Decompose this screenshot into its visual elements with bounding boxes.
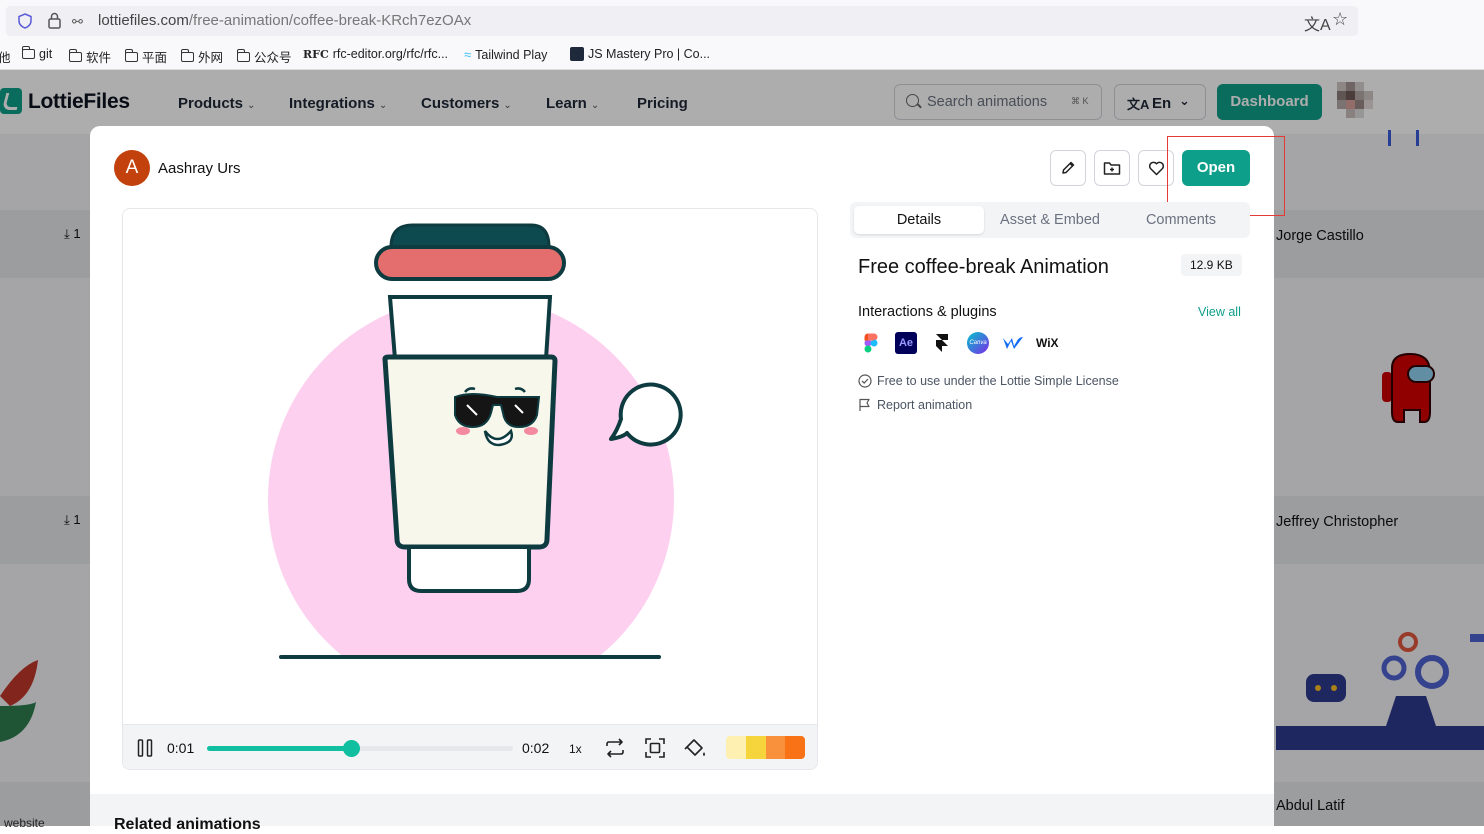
player-controls: 0:01 0:02 1x (123, 724, 817, 769)
view-all-link[interactable]: View all (1198, 305, 1241, 319)
browser-toolbar: ⚯ lottiefiles.com/free-animation/coffee-… (0, 0, 1484, 40)
flag-icon (859, 398, 870, 411)
save-to-folder-button[interactable] (1094, 150, 1130, 186)
bookmark-jsmastery[interactable]: JS Mastery Pro | Co... (570, 47, 710, 61)
webflow-icon[interactable] (1002, 332, 1024, 354)
folder-icon (69, 48, 82, 62)
author-name[interactable]: Aashray Urs (158, 160, 241, 177)
current-time: 0:01 (167, 740, 195, 756)
palette-swatch[interactable] (726, 736, 746, 759)
tab-asset-embed[interactable]: Asset & Embed (986, 206, 1114, 234)
address-bar[interactable]: ⚯ lottiefiles.com/free-animation/coffee-… (6, 6, 1358, 36)
related-section (90, 794, 1274, 826)
bookmark-folder-software[interactable]: 软件 (69, 47, 111, 66)
speed-button[interactable]: 1x (569, 742, 582, 756)
bookmark-tailwind[interactable]: ≈ Tailwind Play (464, 47, 547, 62)
coffee-cup-animation (268, 223, 683, 659)
bookmark-folder-foreign[interactable]: 外网 (181, 47, 223, 66)
interactions-heading: Interactions & plugins (858, 304, 997, 320)
folder-icon (181, 48, 194, 62)
lock-icon (48, 12, 61, 29)
site: LottieFiles Products ⌄ Integrations ⌄ Cust… (0, 70, 1484, 833)
permissions-icon[interactable]: ⚯ (72, 14, 83, 30)
folder-icon (125, 48, 138, 62)
bookmark-item[interactable]: 他 (0, 47, 11, 66)
canva-icon[interactable]: Canva (967, 332, 989, 354)
loop-icon[interactable] (604, 737, 626, 759)
folder-icon (22, 46, 35, 59)
bookmark-folder-graphic[interactable]: 平面 (125, 47, 167, 66)
animation-player[interactable]: 0:01 0:02 1x (122, 208, 818, 770)
url-text[interactable]: lottiefiles.com/free-animation/coffee-br… (98, 12, 471, 29)
paint-bucket-icon[interactable] (683, 737, 707, 759)
bookmarks-bar: 他 git 软件 平面 外网 公众号 RFC rfc-editor.org/rfc… (0, 40, 1484, 70)
rfc-icon: RFC (303, 47, 329, 61)
pause-icon[interactable] (137, 739, 153, 757)
shield-icon (18, 13, 32, 29)
animation-modal: A Aashray Urs Open 0:01 0:02 1x Details … (90, 126, 1285, 833)
file-size-badge: 12.9 KB (1181, 254, 1242, 276)
fit-screen-icon[interactable] (644, 737, 666, 759)
figma-icon[interactable] (860, 332, 882, 354)
tab-details[interactable]: Details (854, 206, 984, 234)
palette-swatch[interactable] (765, 736, 786, 759)
animation-title: Free coffee-break Animation (858, 256, 1109, 278)
color-palette[interactable] (726, 736, 805, 759)
wix-icon[interactable]: WiX (1036, 332, 1066, 354)
bookmark-folder-wechat[interactable]: 公众号 (237, 47, 292, 66)
translate-icon[interactable]: 文A (1304, 11, 1331, 35)
heart-icon (1148, 161, 1164, 175)
license-text[interactable]: Free to use under the Lottie Simple Lice… (877, 374, 1119, 388)
pencil-icon (1062, 161, 1075, 174)
check-circle-icon (858, 374, 872, 388)
after-effects-icon[interactable]: Ae (895, 332, 917, 354)
edit-button[interactable] (1050, 150, 1086, 186)
palette-swatch[interactable] (745, 736, 766, 759)
report-text: Report animation (877, 398, 973, 412)
folder-icon (237, 48, 250, 62)
seek-fill (207, 746, 351, 751)
related-heading: Related animations (114, 816, 261, 833)
bookmark-folder-git[interactable]: git (22, 46, 52, 61)
report-link[interactable]: Report animation (858, 398, 972, 412)
bookmark-star-icon[interactable]: ☆ (1332, 9, 1348, 30)
framer-icon[interactable] (931, 332, 953, 354)
bookmark-rfc[interactable]: RFC rfc-editor.org/rfc/rfc... (303, 47, 448, 61)
tailwind-icon: ≈ (464, 47, 472, 62)
folder-plus-icon (1103, 162, 1121, 175)
total-time: 0:02 (522, 740, 550, 756)
author-avatar[interactable]: A (114, 150, 150, 186)
license-info: Free to use under the Lottie Simple Lice… (858, 374, 1119, 388)
jsm-icon (570, 47, 584, 61)
seek-slider[interactable] (207, 740, 513, 757)
seek-handle[interactable] (342, 740, 360, 757)
details-tabs: Details Asset & Embed Comments (850, 202, 1250, 238)
tab-comments[interactable]: Comments (1116, 206, 1246, 234)
palette-swatch[interactable] (785, 736, 805, 759)
